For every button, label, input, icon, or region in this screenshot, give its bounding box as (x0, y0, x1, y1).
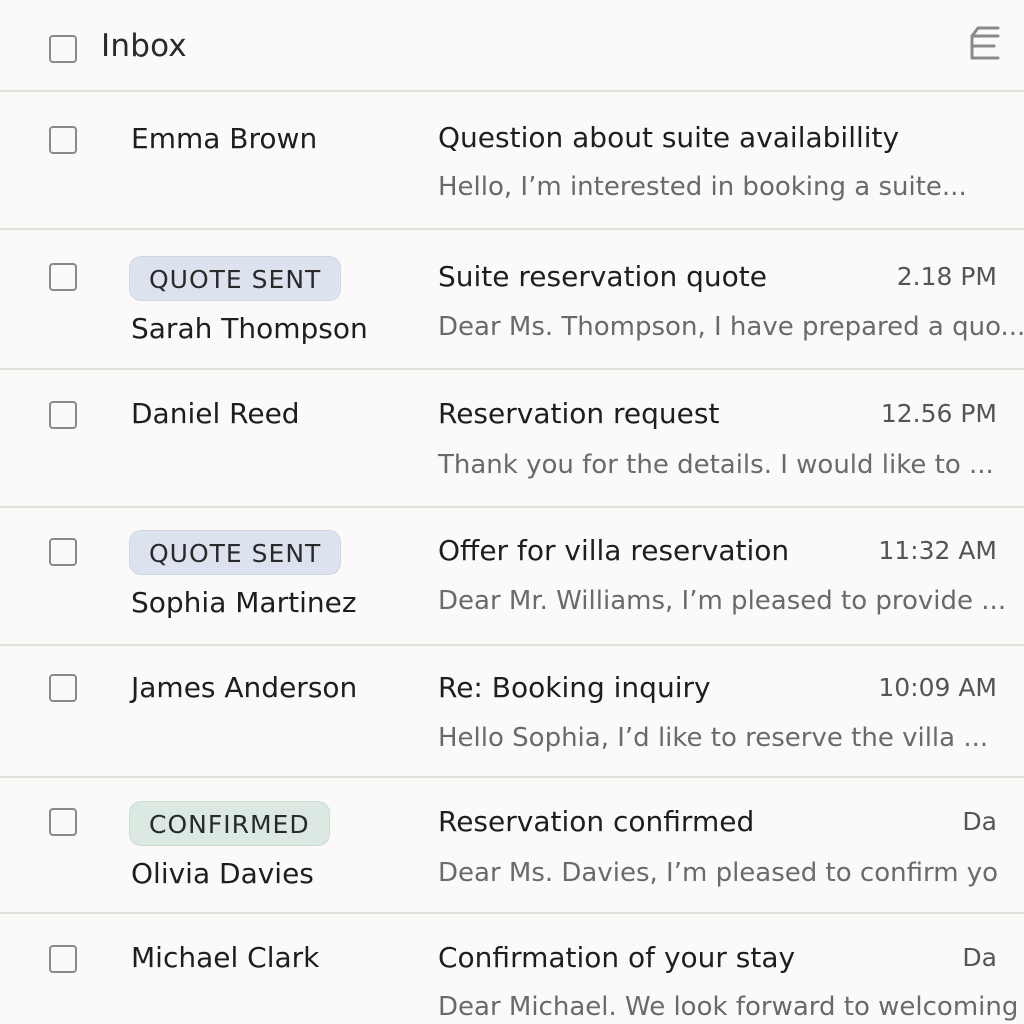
inbox-app: Inbox Emma Brown Question about suite av… (0, 0, 1024, 1024)
status-badge: QUOTE SENT (129, 256, 342, 301)
email-row[interactable]: Emma Brown Question about suite availabi… (0, 92, 1024, 230)
row-checkbox[interactable] (49, 263, 77, 291)
page-title: Inbox (101, 28, 187, 64)
email-row[interactable]: CONFIRMED Olivia Davies Reservation conf… (0, 778, 1024, 914)
email-subject: Reservation confirmed (438, 805, 755, 838)
email-sender: Daniel Reed (131, 397, 300, 430)
email-snippet: Hello Sophia, I’d like to reserve the vi… (438, 723, 989, 753)
email-time: Da (962, 943, 997, 972)
email-snippet: Thank you for the details. I would like … (438, 450, 994, 480)
email-sender: Sophia Martinez (131, 586, 357, 619)
row-checkbox[interactable] (49, 674, 77, 702)
email-snippet: Dear Ms. Davies, I’m pleased to confirm … (438, 858, 999, 888)
row-checkbox[interactable] (49, 538, 77, 566)
email-snippet: Dear Ms. Thompson, I have prepared a quo… (438, 312, 1024, 342)
status-badge: CONFIRMED (129, 801, 330, 846)
email-snippet: Hello, I’m interested in booking a suite… (438, 172, 967, 202)
email-subject: Offer for villa reservation (438, 534, 790, 567)
row-checkbox[interactable] (49, 945, 77, 973)
email-subject: Suite reservation quote (438, 260, 767, 293)
email-sender: Olivia Davies (131, 857, 314, 890)
menu-icon[interactable] (964, 24, 1002, 64)
email-subject: Re: Booking inquiry (438, 671, 711, 704)
email-time: 12.56 PM (880, 399, 997, 428)
select-all-checkbox[interactable] (49, 35, 77, 63)
email-subject: Confirmation of your stay (438, 941, 796, 974)
email-sender: Emma Brown (131, 122, 318, 155)
email-snippet: Dear Mr. Williams, I’m pleased to provid… (438, 586, 1007, 616)
email-snippet: Dear Michael. We look forward to welcomi… (438, 992, 1019, 1022)
email-sender: Michael Clark (131, 941, 320, 974)
email-row[interactable]: QUOTE SENT Sophia Martinez Offer for vil… (0, 508, 1024, 646)
row-checkbox[interactable] (49, 126, 77, 154)
inbox-header: Inbox (0, 0, 1024, 92)
row-checkbox[interactable] (49, 808, 77, 836)
email-subject: Question about suite availabillity (438, 121, 900, 154)
email-time: Da (962, 807, 997, 836)
email-subject: Reservation request (438, 397, 720, 430)
status-badge: QUOTE SENT (129, 530, 342, 575)
email-sender: James Anderson (131, 671, 358, 704)
email-sender: Sarah Thompson (131, 312, 368, 345)
email-row[interactable]: QUOTE SENT Sarah Thompson Suite reservat… (0, 232, 1024, 370)
row-checkbox[interactable] (49, 401, 77, 429)
email-time: 10:09 AM (878, 673, 997, 702)
email-time: 11:32 AM (878, 536, 997, 565)
email-row[interactable]: Michael Clark Confirmation of your stay … (0, 914, 1024, 1024)
email-row[interactable]: Daniel Reed Reservation request 12.56 PM… (0, 370, 1024, 508)
email-time: 2.18 PM (896, 262, 997, 291)
email-row[interactable]: James Anderson Re: Booking inquiry 10:09… (0, 646, 1024, 778)
